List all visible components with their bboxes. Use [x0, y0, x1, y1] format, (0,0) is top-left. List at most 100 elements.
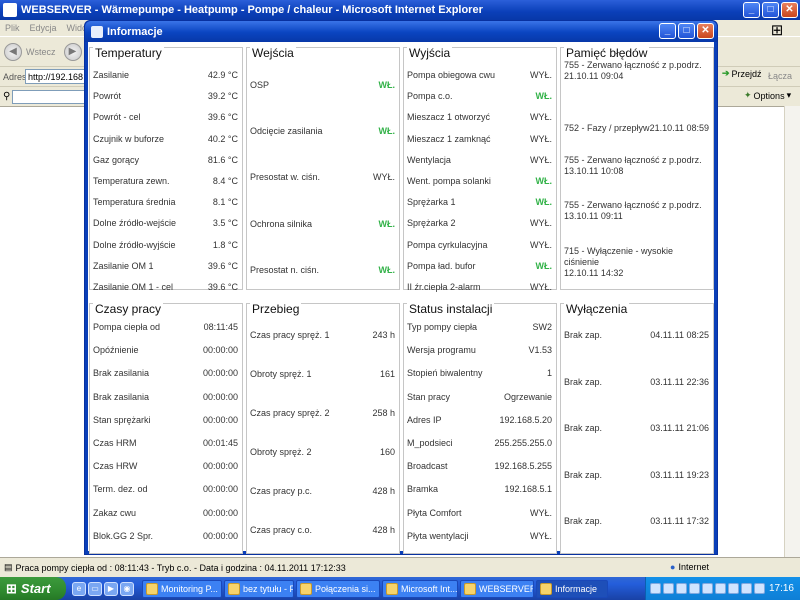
row-value: WŁ. [378, 126, 396, 137]
info-row: Wersja programu V1.53 [407, 345, 552, 355]
minimize-button[interactable]: _ [743, 2, 760, 18]
quick-launch: e ▭ ▶ ◉ [72, 581, 142, 596]
task-webserver[interactable]: WEBSERVER ... [460, 579, 534, 598]
row-value: WŁ. [378, 264, 396, 275]
start-label: Start [20, 581, 51, 596]
info-row: Term. dez. od 00:00:00 [93, 484, 238, 494]
tray-icon[interactable] [689, 583, 700, 594]
row-value: 00:00:00 [202, 345, 238, 356]
info-row: Pompa obiegowa cwu WYŁ. [407, 70, 552, 80]
quicklaunch-app-icon[interactable]: ◉ [120, 581, 134, 596]
row-value: 1 [546, 368, 552, 379]
task-paint[interactable]: bez tytułu - P... [224, 579, 294, 598]
error-text: 752 - Fazy / przepływ [564, 123, 650, 133]
info-row: Opóźnienie 00:00:00 [93, 345, 238, 355]
ie-icon [540, 582, 552, 595]
info-row: Stan sprężarki 00:00:00 [93, 415, 238, 425]
error-date: 21.10.11 09:04 [564, 71, 624, 81]
row-value: 39.6 °C [207, 112, 238, 123]
row-label: Mieszacz 1 otworzyć [407, 112, 491, 123]
error-date: 13.10.11 09:11 [564, 211, 623, 221]
row-label: Obroty spręż. 2 [250, 447, 312, 457]
row-value: WYŁ. [529, 70, 552, 80]
error-date: 12.10.11 14:32 [564, 268, 624, 278]
address-field[interactable]: http://192.168 [25, 69, 85, 84]
popup-title-bar[interactable]: Informacje _ □ ✕ [85, 21, 717, 42]
ie-title-bar[interactable]: WEBSERVER - Wärmepumpe - Heatpump - Pomp… [0, 0, 800, 20]
go-label: Przejdź [731, 68, 762, 79]
globe-icon: ● [670, 562, 676, 572]
ie-app-icon [3, 3, 17, 17]
clock[interactable]: 17:16 [769, 583, 794, 594]
menu-file[interactable]: Plik [5, 23, 20, 33]
go-button[interactable]: ➔ Przejdź [722, 68, 762, 79]
back-button-label[interactable]: Wstecz [26, 47, 56, 57]
panel-title: Temperatury [93, 46, 164, 60]
menu-edit[interactable]: Edycja [30, 23, 57, 33]
row-label: Czas HRW [93, 461, 138, 472]
row-label: Stopień biwalentny [407, 368, 483, 379]
popup-title: Informacje [107, 25, 163, 38]
popup-maximize-button[interactable]: □ [678, 23, 695, 39]
tray-icon[interactable] [650, 583, 661, 594]
row-value: 161 [379, 369, 395, 379]
quicklaunch-media-icon[interactable]: ▶ [104, 581, 118, 596]
search-input[interactable] [12, 89, 93, 104]
start-button[interactable]: ⊞ Start [0, 577, 66, 600]
row-value: 00:00:00 [202, 507, 238, 518]
row-value: 428 h [372, 486, 395, 496]
row-value: 243 h [372, 330, 395, 340]
links-label[interactable]: Łącza [768, 71, 792, 81]
panel-wyjscia: Wyjścia Pompa obiegowa cwu WYŁ. Pompa c.o.… [403, 46, 557, 292]
info-row: Czas pracy spręż. 2 258 h [250, 408, 395, 418]
popup-close-button[interactable]: ✕ [697, 23, 714, 39]
back-icon[interactable]: ◀ [4, 42, 22, 61]
security-zone: ● Internet [670, 562, 709, 572]
panel-title: Wejścia [250, 46, 296, 60]
vertical-scrollbar[interactable] [784, 106, 800, 557]
row-value: Ogrzewanie [503, 391, 552, 402]
row-label: Pompa obiegowa cwu [407, 70, 496, 80]
panel-title: Przebieg [250, 302, 302, 316]
zone-label: Internet [678, 562, 709, 572]
tray-icon[interactable] [728, 583, 739, 594]
tray-icon[interactable] [741, 583, 752, 594]
row-label: Brak zasilania [93, 391, 150, 402]
quicklaunch-desktop-icon[interactable]: ▭ [88, 581, 102, 596]
task-monitoring[interactable]: Monitoring P... [142, 579, 222, 598]
network-icon [300, 582, 312, 595]
options-button[interactable]: ✦ Options ▾ [744, 90, 791, 101]
quicklaunch-ie-icon[interactable]: e [72, 581, 86, 596]
info-row: Gaz gorący 81.6 °C [93, 155, 238, 165]
error-text: 755 - Zerwano łączność z p.podrz. [564, 60, 702, 70]
row-value: 03.11.11 17:32 [650, 516, 709, 526]
row-value: 81.6 °C [207, 154, 238, 165]
row-label: Blok.GG 2 Spr. [93, 530, 154, 541]
tray-icon[interactable] [754, 583, 765, 594]
forward-icon[interactable]: ▶ [63, 42, 82, 61]
tray-icon[interactable] [715, 583, 726, 594]
info-row: Pompa ład. bufor WŁ. [407, 261, 552, 271]
task-microsoft-ie[interactable]: Microsoft Int... [382, 579, 458, 598]
row-value: 40.2 °C [207, 133, 238, 144]
row-value: 00:00:00 [202, 414, 238, 425]
info-row: Presostat n. ciśn. WŁ. [250, 265, 395, 275]
panel-title: Status instalacji [407, 302, 495, 316]
task-polaczenia[interactable]: Połączenia si... [296, 579, 380, 598]
tray-icon[interactable] [663, 583, 674, 594]
row-label: Czas pracy spręż. 2 [250, 408, 330, 418]
info-row: Adres IP 192.168.5.20 [407, 415, 552, 425]
row-value: 00:00:00 [202, 530, 238, 541]
tray-icon[interactable] [702, 583, 713, 594]
info-row: Ochrona silnika WŁ. [250, 219, 395, 229]
task-informacje[interactable]: Informacje [536, 579, 608, 598]
maximize-button[interactable]: □ [762, 2, 779, 18]
panel-title: Wyłączenia [564, 302, 630, 316]
close-button[interactable]: ✕ [781, 2, 798, 18]
row-value: SW2 [532, 322, 552, 332]
paint-icon [228, 582, 240, 595]
popup-minimize-button[interactable]: _ [659, 23, 676, 39]
tray-icon[interactable] [676, 583, 687, 594]
info-row: Obroty spręż. 2 160 [250, 447, 395, 457]
row-label: Gaz gorący [93, 154, 140, 165]
